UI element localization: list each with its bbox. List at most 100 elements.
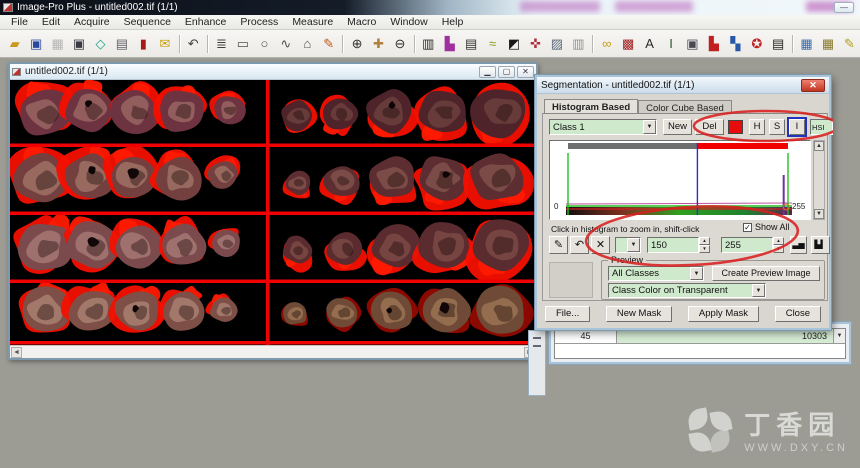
- ellipse-aoi-icon[interactable]: ○: [255, 34, 274, 54]
- intensity-channel-button[interactable]: I: [789, 119, 805, 135]
- close-button[interactable]: Close: [775, 306, 821, 322]
- horizontal-scrollbar[interactable]: ◄ ►: [10, 345, 536, 358]
- image-window-title: untitled002.tif (1/1): [25, 66, 477, 77]
- gallery-1-icon[interactable]: ▦: [797, 34, 816, 54]
- chart-icon[interactable]: ▚: [726, 34, 745, 54]
- chevron-down-icon[interactable]: ▼: [833, 329, 845, 343]
- menu-item-macro[interactable]: Macro: [340, 15, 383, 29]
- zoom-in-icon[interactable]: ⊕: [347, 34, 366, 54]
- glasses-icon[interactable]: ∞: [597, 34, 616, 54]
- grid-icon[interactable]: ▦: [48, 34, 67, 54]
- new-aoi-icon[interactable]: ≣: [212, 34, 231, 54]
- maximize-icon[interactable]: ▢: [498, 66, 515, 78]
- red-histogram-icon[interactable]: ▙: [704, 34, 723, 54]
- grid-overlay-icon[interactable]: ▤: [461, 34, 480, 54]
- minimize-icon[interactable]: ▁: [479, 66, 496, 78]
- saturation-channel-button[interactable]: S: [769, 119, 785, 135]
- class-color-swatch[interactable]: [728, 120, 743, 134]
- chevron-down-icon[interactable]: ▼: [643, 120, 656, 134]
- scroll-down-icon[interactable]: ▼: [814, 209, 824, 219]
- curve-aoi-icon[interactable]: ∿: [276, 34, 295, 54]
- range-start-stepper[interactable]: ▲▼: [699, 237, 710, 253]
- range-start-input[interactable]: [647, 237, 699, 253]
- range-end-stepper[interactable]: ▲▼: [773, 237, 784, 253]
- apply-mask-button[interactable]: Apply Mask: [688, 306, 759, 322]
- gallery-2-icon[interactable]: ▦: [818, 34, 837, 54]
- close-icon[interactable]: ✕: [801, 79, 825, 92]
- segmentation-icon[interactable]: ▩: [618, 34, 637, 54]
- close-icon[interactable]: ✕: [517, 66, 534, 78]
- tracking-icon[interactable]: ✜: [526, 34, 545, 54]
- image-canvas[interactable]: [10, 80, 536, 345]
- image-window-titlebar[interactable]: untitled002.tif (1/1) ▁ ▢ ✕: [10, 64, 536, 80]
- menu-item-file[interactable]: File: [4, 15, 35, 29]
- mail-icon[interactable]: ✉: [155, 34, 174, 54]
- chevron-down-icon[interactable]: ▼: [690, 267, 703, 280]
- class-selector[interactable]: Class 1 ▼: [549, 119, 657, 135]
- histogram-icon[interactable]: ▙: [440, 34, 459, 54]
- undo-icon[interactable]: ↶: [183, 34, 202, 54]
- menu-bar: FileEditAcquireSequenceEnhanceProcessMea…: [0, 15, 860, 30]
- levels-icon[interactable]: ▥: [569, 34, 588, 54]
- hue-channel-button[interactable]: H: [749, 119, 765, 135]
- app-minimize-button[interactable]: —: [834, 2, 854, 13]
- del-class-button[interactable]: Del: [695, 119, 724, 135]
- menu-item-edit[interactable]: Edit: [35, 15, 67, 29]
- create-preview-image-button[interactable]: Create Preview Image: [712, 266, 820, 281]
- count-size-icon[interactable]: ✪: [747, 34, 766, 54]
- range-end-input[interactable]: [721, 237, 773, 253]
- tolerance-selector[interactable]: ▼: [615, 237, 641, 253]
- polygon-aoi-icon[interactable]: ⌂: [298, 34, 317, 54]
- chevron-down-icon[interactable]: ▼: [752, 284, 765, 297]
- scroll-left-icon[interactable]: ◄: [11, 347, 22, 358]
- histogram-scrollbar[interactable]: ▲ ▼: [813, 140, 825, 220]
- contrast-icon[interactable]: ◩: [504, 34, 523, 54]
- menu-item-measure[interactable]: Measure: [285, 15, 340, 29]
- histogram-style-button[interactable]: ▃▅: [790, 236, 807, 254]
- menu-item-help[interactable]: Help: [435, 15, 471, 29]
- record-macro-icon[interactable]: ▮: [134, 34, 153, 54]
- print-icon[interactable]: ▤: [112, 34, 131, 54]
- dialog-titlebar[interactable]: Segmentation - untitled002.tif (1/1) ✕: [537, 77, 829, 94]
- color-model-selector[interactable]: HSI: [810, 119, 833, 135]
- table-row[interactable]: 45 10303 ▼: [555, 329, 845, 344]
- checkbox-check-icon[interactable]: ✓: [743, 223, 752, 232]
- undo-icon[interactable]: ↶: [570, 236, 589, 254]
- freehand-aoi-icon[interactable]: ◇: [91, 34, 110, 54]
- menu-item-acquire[interactable]: Acquire: [67, 15, 117, 29]
- chevron-down-icon[interactable]: ▼: [627, 238, 640, 252]
- annotate-icon[interactable]: ✎: [840, 34, 859, 54]
- new-class-button[interactable]: New: [663, 119, 692, 135]
- layers-icon[interactable]: ▤: [768, 34, 787, 54]
- delete-range-button[interactable]: ✕: [591, 236, 610, 254]
- caliper-i-icon[interactable]: I: [661, 34, 680, 54]
- new-mask-button[interactable]: New Mask: [606, 306, 672, 322]
- camera-acquire-icon[interactable]: ▣: [69, 34, 88, 54]
- wave-filter-icon[interactable]: ≈: [483, 34, 502, 54]
- menu-item-enhance[interactable]: Enhance: [178, 15, 233, 29]
- caliper-a-icon[interactable]: A: [640, 34, 659, 54]
- file-button[interactable]: File...: [545, 306, 590, 322]
- thumbnail-icon[interactable]: ▨: [547, 34, 566, 54]
- menu-item-window[interactable]: Window: [383, 15, 434, 29]
- histogram-plot[interactable]: 0255: [549, 140, 811, 220]
- menu-item-sequence[interactable]: Sequence: [117, 15, 178, 29]
- open-icon[interactable]: ▰: [5, 34, 24, 54]
- show-all-checkbox[interactable]: ✓ Show All: [743, 222, 790, 232]
- pen-icon[interactable]: ✎: [319, 34, 338, 54]
- snapshot-icon[interactable]: ▣: [683, 34, 702, 54]
- pan-hand-icon[interactable]: ✚: [369, 34, 388, 54]
- menu-item-process[interactable]: Process: [233, 15, 285, 29]
- scroll-up-icon[interactable]: ▲: [814, 141, 824, 151]
- rect-aoi-icon[interactable]: ▭: [233, 34, 252, 54]
- zoom-out-icon[interactable]: ⊖: [390, 34, 409, 54]
- line-profile-icon[interactable]: ▥: [419, 34, 438, 54]
- preview-classes-selector[interactable]: All Classes ▼: [608, 266, 704, 281]
- document-icon: [12, 68, 21, 76]
- preview-mode-selector[interactable]: Class Color on Transparent ▼: [608, 283, 766, 298]
- histogram-view-button[interactable]: ▙▍: [811, 236, 830, 254]
- toolbar-separator: [792, 35, 793, 53]
- eyedropper-tool-button[interactable]: ✎: [549, 236, 568, 254]
- save-icon[interactable]: ▣: [26, 34, 45, 54]
- preview-group: Preview All Classes ▼ Create Preview Ima…: [601, 260, 825, 300]
